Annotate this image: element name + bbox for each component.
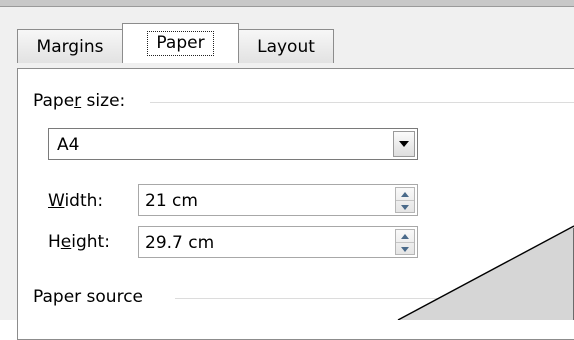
- callout-shape: [397, 225, 574, 320]
